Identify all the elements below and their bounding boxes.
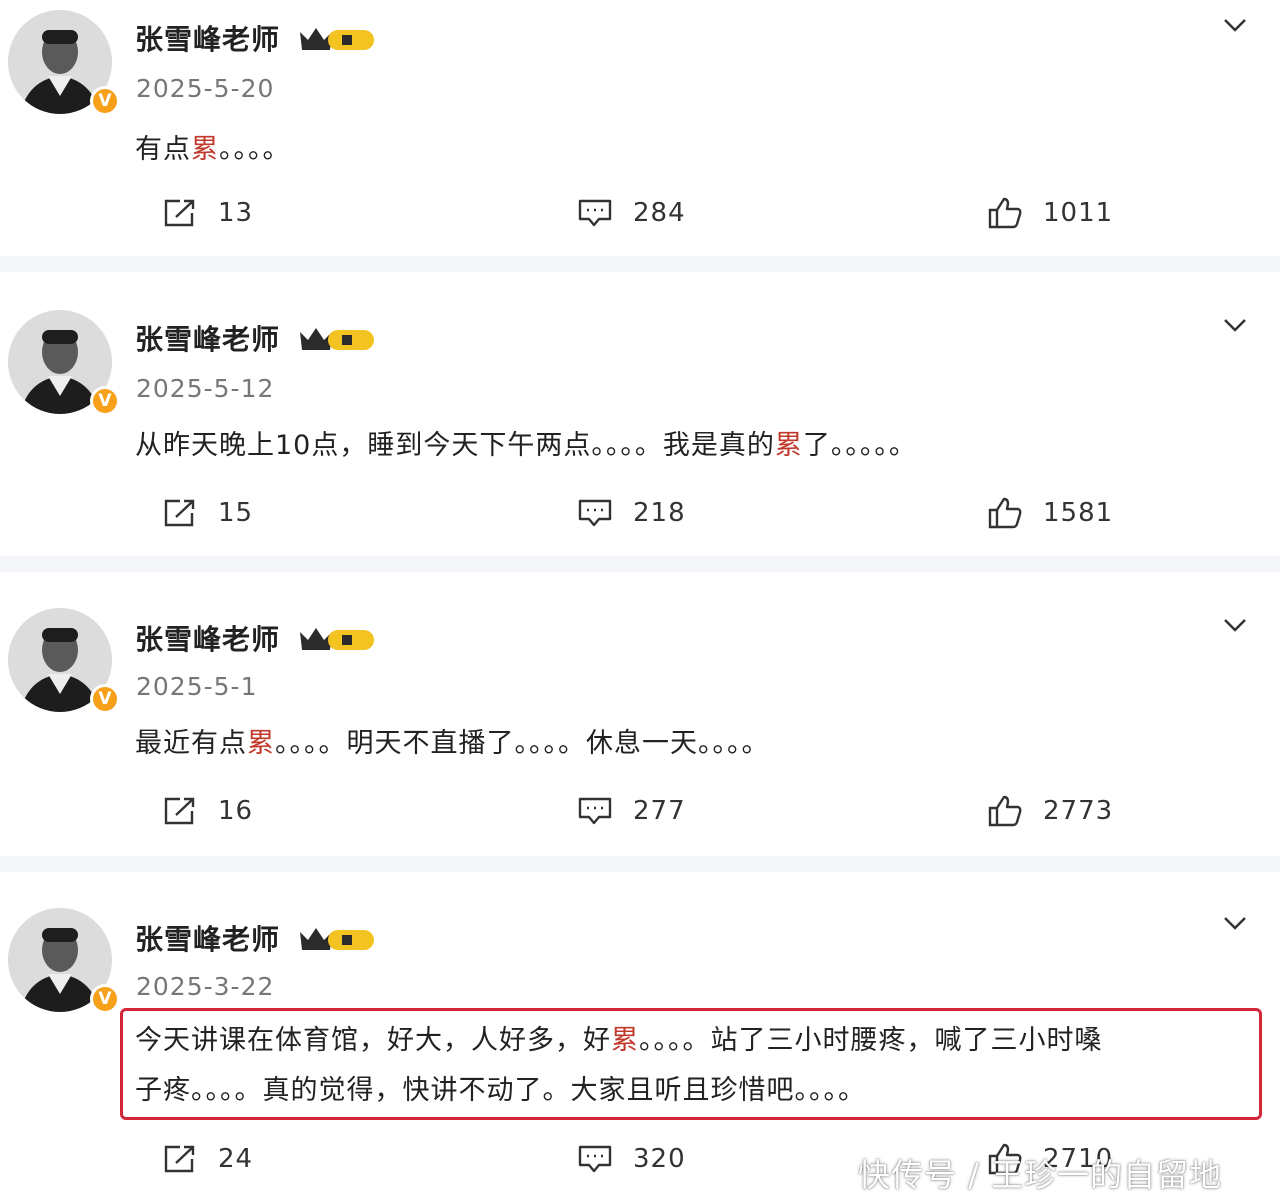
post-content: 最近有点累。。。。明天不直播了。。。。休息一天。。。。 bbox=[135, 720, 770, 768]
verified-badge-icon: V bbox=[90, 86, 120, 116]
author-name[interactable]: 张雪峰老师 bbox=[135, 18, 280, 58]
weibo-post: V 张雪峰老师 2025-5-12 从昨天晚上10点，睡到今天下午两点。。。。我… bbox=[0, 272, 1280, 556]
like-count: 1011 bbox=[1043, 198, 1114, 228]
post-content: 今天讲课在体育馆，好大，人好多，好累。。。。站了三小时腰疼，喊了三小时嗓 子疼。… bbox=[135, 1016, 1103, 1116]
weibo-post: V 张雪峰老师 2025-5-1 最近有点累。。。。明天不直播了。。。。休息一天… bbox=[0, 572, 1280, 856]
content-text: 了。。。。。 bbox=[802, 430, 917, 461]
verified-badge-icon: V bbox=[90, 684, 120, 714]
share-icon bbox=[164, 797, 195, 825]
verified-badge-icon: V bbox=[90, 984, 120, 1014]
share-count: 15 bbox=[218, 498, 254, 528]
post-date: 2025-5-1 bbox=[136, 672, 258, 701]
weibo-post: V 张雪峰老师 2025-5-20 有点累。。。。 13 284 1011 bbox=[0, 0, 1280, 256]
post-date: 2025-3-22 bbox=[136, 972, 275, 1001]
content-text: 。。。。站了三小时腰疼，喊了三小时嗓 bbox=[639, 1025, 1103, 1056]
comment-icon bbox=[578, 1145, 612, 1173]
like-button[interactable]: 2773 bbox=[987, 788, 1113, 834]
share-icon bbox=[164, 199, 195, 227]
avatar[interactable]: V bbox=[8, 310, 120, 416]
content-line: 今天讲课在体育馆，好大，人好多，好累。。。。站了三小时腰疼，喊了三小时嗓 bbox=[135, 1016, 1103, 1066]
content-text: 最近有点 bbox=[135, 728, 247, 759]
share-icon bbox=[164, 499, 195, 527]
share-button[interactable]: 13 bbox=[162, 190, 253, 236]
share-button[interactable]: 16 bbox=[162, 788, 253, 834]
comment-button[interactable]: 320 bbox=[577, 1136, 686, 1182]
author-name[interactable]: 张雪峰老师 bbox=[135, 618, 280, 658]
comment-count: 284 bbox=[633, 198, 686, 228]
post-date: 2025-5-12 bbox=[136, 374, 275, 403]
content-highlight: 累 bbox=[774, 430, 803, 461]
like-count: 1581 bbox=[1043, 498, 1114, 528]
comment-button[interactable]: 277 bbox=[577, 788, 686, 834]
post-date: 2025-5-20 bbox=[136, 74, 275, 103]
crown-vip-badge-icon bbox=[300, 28, 374, 50]
author-name[interactable]: 张雪峰老师 bbox=[135, 318, 280, 358]
content-text: 。。。。 bbox=[219, 134, 291, 165]
like-button[interactable]: 1581 bbox=[987, 490, 1113, 536]
comment-icon bbox=[578, 797, 612, 825]
post-content: 从昨天晚上10点，睡到今天下午两点。。。。我是真的累了。。。。。 bbox=[135, 422, 917, 470]
content-text: 。。。。明天不直播了。。。。休息一天。。。。 bbox=[275, 728, 770, 759]
avatar[interactable]: V bbox=[8, 10, 120, 116]
chevron-down-icon[interactable] bbox=[1222, 616, 1248, 634]
like-count: 2773 bbox=[1043, 796, 1114, 826]
post-content: 有点累。。。。 bbox=[135, 126, 291, 174]
thumbs-up-icon bbox=[988, 197, 1022, 229]
action-bar: 16 277 2773 bbox=[0, 788, 1280, 834]
crown-vip-badge-icon bbox=[300, 328, 374, 350]
share-icon bbox=[164, 1145, 195, 1173]
content-text: 从昨天晚上10点，睡到今天下午两点。。。。我是真的 bbox=[135, 430, 775, 461]
comment-button[interactable]: 284 bbox=[577, 190, 686, 236]
content-highlight: 累 bbox=[191, 134, 219, 165]
thumbs-up-icon bbox=[988, 497, 1022, 529]
verified-badge-icon: V bbox=[90, 386, 120, 416]
share-count: 24 bbox=[218, 1144, 254, 1174]
chevron-down-icon[interactable] bbox=[1222, 914, 1248, 932]
chevron-down-icon[interactable] bbox=[1222, 316, 1248, 334]
content-text: 今天讲课在体育馆，好大，人好多，好 bbox=[135, 1025, 611, 1056]
action-bar: 15 218 1581 bbox=[0, 490, 1280, 536]
share-count: 16 bbox=[218, 796, 254, 826]
like-button[interactable]: 1011 bbox=[987, 190, 1113, 236]
action-bar: 13 284 1011 bbox=[0, 190, 1280, 236]
watermark: 快传号 / 王珍一的自留地 bbox=[858, 1156, 1223, 1194]
comment-icon bbox=[578, 499, 612, 527]
crown-vip-badge-icon bbox=[300, 928, 374, 950]
content-highlight: 累 bbox=[611, 1025, 639, 1056]
comment-count: 218 bbox=[633, 498, 686, 528]
thumbs-up-icon bbox=[988, 795, 1022, 827]
content-highlight: 累 bbox=[247, 728, 275, 759]
comment-count: 320 bbox=[633, 1144, 686, 1174]
author-name[interactable]: 张雪峰老师 bbox=[135, 918, 280, 958]
chevron-down-icon[interactable] bbox=[1222, 16, 1248, 34]
share-button[interactable]: 24 bbox=[162, 1136, 253, 1182]
content-line: 子疼。。。。真的觉得，快讲不动了。大家且听且珍惜吧。。。。 bbox=[135, 1075, 866, 1106]
content-text: 有点 bbox=[135, 134, 191, 165]
comment-count: 277 bbox=[633, 796, 686, 826]
avatar[interactable]: V bbox=[8, 908, 120, 1014]
comment-button[interactable]: 218 bbox=[577, 490, 686, 536]
comment-icon bbox=[578, 199, 612, 227]
avatar[interactable]: V bbox=[8, 608, 120, 714]
share-count: 13 bbox=[218, 198, 254, 228]
share-button[interactable]: 15 bbox=[162, 490, 253, 536]
crown-vip-badge-icon bbox=[300, 628, 374, 650]
